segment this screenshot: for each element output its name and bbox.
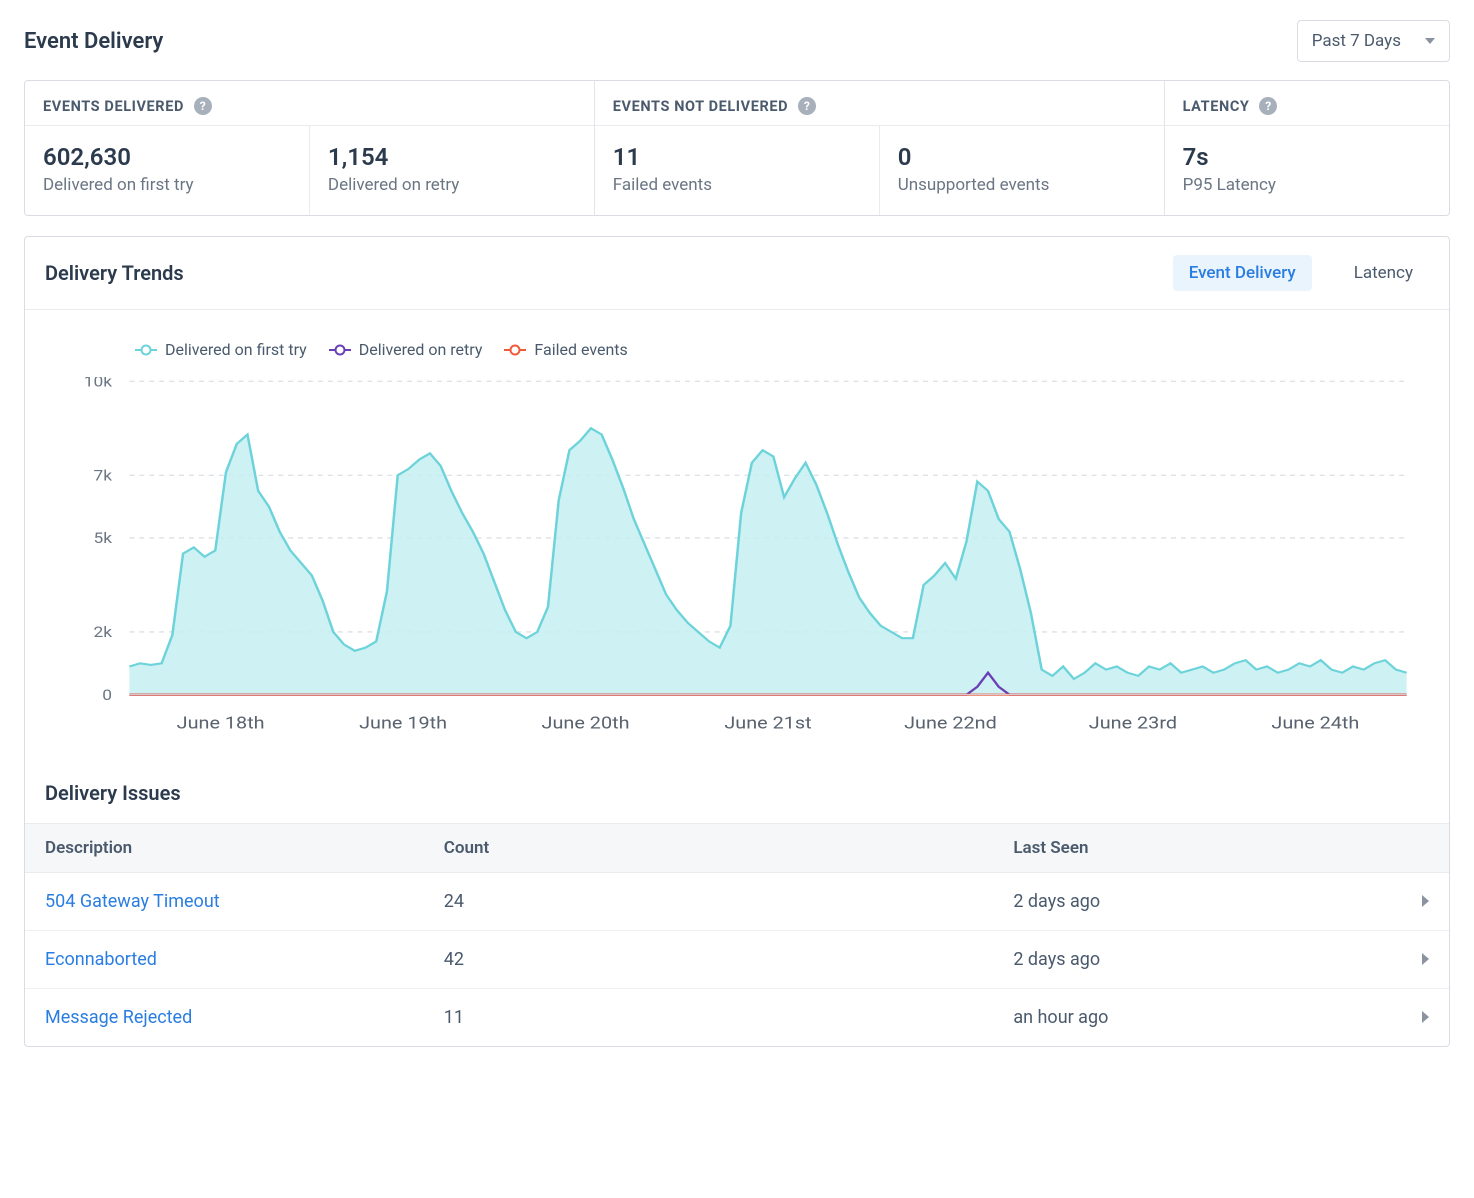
legend-label: Delivered on retry [359, 340, 483, 359]
delivery-trends-chart: 0 2k 5k 7k 10k June 18th June 19th June 20th Jun… [55, 377, 1419, 737]
table-row[interactable]: Message Rejected 11an hour ago [25, 989, 1449, 1047]
stat-label: Delivered on first try [43, 175, 291, 195]
legend-item: Delivered on first try [135, 340, 307, 359]
x-tick-label: June 19th [359, 713, 447, 733]
stats-group-header: LATENCY? [1165, 81, 1449, 126]
x-tick-label: June 20th [542, 713, 630, 733]
stat-label: Failed events [613, 175, 861, 195]
chart-legend: Delivered on first try Delivered on retry… [135, 340, 1419, 359]
delivery-issues: Delivery Issues DescriptionCountLast See… [25, 761, 1449, 1046]
timerange-select[interactable]: Past 7 Days [1297, 20, 1450, 62]
stat-value: 11 [613, 142, 861, 173]
help-icon[interactable]: ? [194, 97, 212, 115]
stat: 0Unsupported events [880, 126, 1164, 215]
help-icon[interactable]: ? [798, 97, 816, 115]
chevron-right-icon [1422, 953, 1429, 965]
chevron-down-icon [1425, 38, 1435, 44]
stats-group: LATENCY?7sP95 Latency [1165, 81, 1449, 215]
legend-swatch-icon [135, 349, 157, 351]
stat-value: 0 [898, 142, 1146, 173]
stats-group: EVENTS NOT DELIVERED?11Failed events0Uns… [595, 81, 1165, 215]
page-title: Event Delivery [24, 29, 163, 54]
stats-group-title: EVENTS NOT DELIVERED [613, 98, 788, 115]
trends-panel: Delivery Trends Event Delivery Latency De… [24, 236, 1450, 1047]
stat-label: Delivered on retry [328, 175, 576, 195]
table-row[interactable]: 504 Gateway Timeout 242 days ago [25, 873, 1449, 931]
x-tick-label: June 18th [177, 713, 265, 733]
stat: 11Failed events [595, 126, 880, 215]
issues-title: Delivery Issues [25, 761, 1449, 823]
chevron-right-icon [1422, 1011, 1429, 1023]
legend-swatch-icon [329, 349, 351, 351]
issue-link[interactable]: Message Rejected [45, 1007, 192, 1028]
stats-group-title: EVENTS DELIVERED [43, 98, 184, 115]
stat-value: 7s [1183, 142, 1431, 173]
stat-value: 602,630 [43, 142, 291, 173]
stats-group-header: EVENTS NOT DELIVERED? [595, 81, 1164, 126]
issue-last-seen: an hour ago [993, 989, 1402, 1047]
x-tick-label: June 23rd [1089, 713, 1177, 733]
y-tick-label: 2k [93, 624, 112, 641]
column-header-spacer [1402, 824, 1449, 873]
issue-link[interactable]: Econnaborted [45, 949, 157, 970]
tab-event-delivery[interactable]: Event Delivery [1173, 255, 1312, 291]
issue-count: 24 [424, 873, 994, 931]
tab-latency[interactable]: Latency [1338, 255, 1429, 291]
y-tick-label: 7k [93, 467, 112, 484]
column-header: Last Seen [993, 824, 1402, 873]
legend-item: Failed events [504, 340, 627, 359]
legend-label: Delivered on first try [165, 340, 307, 359]
issue-count: 11 [424, 989, 994, 1047]
stats-group-title: LATENCY [1183, 98, 1250, 115]
table-row[interactable]: Econnaborted 422 days ago [25, 931, 1449, 989]
column-header: Description [25, 824, 424, 873]
timerange-value: Past 7 Days [1312, 31, 1401, 51]
stats-group: EVENTS DELIVERED?602,630Delivered on fir… [25, 81, 595, 215]
stat: 7sP95 Latency [1165, 126, 1449, 215]
issue-last-seen: 2 days ago [993, 873, 1402, 931]
column-header: Count [424, 824, 994, 873]
stats-card: EVENTS DELIVERED?602,630Delivered on fir… [24, 80, 1450, 216]
issues-table: DescriptionCountLast Seen 504 Gateway Ti… [25, 823, 1449, 1046]
legend-swatch-icon [504, 349, 526, 351]
stats-group-header: EVENTS DELIVERED? [25, 81, 594, 126]
y-tick-label: 0 [102, 686, 112, 703]
issue-link[interactable]: 504 Gateway Timeout [45, 891, 220, 912]
help-icon[interactable]: ? [1259, 97, 1277, 115]
stat-value: 1,154 [328, 142, 576, 173]
x-tick-label: June 24th [1271, 713, 1359, 733]
stat-label: Unsupported events [898, 175, 1146, 195]
issue-count: 42 [424, 931, 994, 989]
stat: 602,630Delivered on first try [25, 126, 310, 215]
issue-last-seen: 2 days ago [993, 931, 1402, 989]
chevron-right-icon [1422, 895, 1429, 907]
x-tick-label: June 21st [724, 713, 811, 733]
trends-tabs: Event Delivery Latency [1173, 255, 1429, 291]
x-tick-label: June 22nd [904, 713, 997, 733]
y-tick-label: 10k [84, 377, 113, 390]
stat-label: P95 Latency [1183, 175, 1431, 195]
stat: 1,154Delivered on retry [310, 126, 594, 215]
trends-title: Delivery Trends [45, 261, 184, 285]
legend-item: Delivered on retry [329, 340, 483, 359]
legend-label: Failed events [534, 340, 627, 359]
y-tick-label: 5k [93, 530, 112, 547]
